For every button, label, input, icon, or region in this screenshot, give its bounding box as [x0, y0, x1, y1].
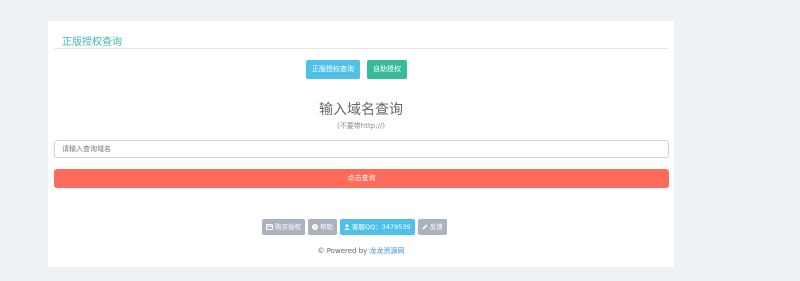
footer-button-group: 购买授权 ? 帮助 客服QQ：3479539 反馈 [262, 219, 447, 235]
help-label: 帮助 [320, 223, 333, 231]
copyright-footer: © Powered by 龙龙资源网 [48, 246, 674, 256]
site-link[interactable]: 龙龙资源网 [370, 247, 405, 255]
top-button-group: 正版授权查询 自助授权 [306, 60, 407, 79]
panel-title: 正版授权查询 [62, 37, 122, 48]
card-icon [266, 224, 273, 230]
user-icon [344, 224, 350, 230]
query-panel: 正版授权查询 正版授权查询 自助授权 输入域名查询 (不要带http://) 点… [48, 21, 674, 267]
page-heading: 输入域名查询 [319, 102, 403, 118]
domain-input[interactable] [54, 140, 669, 158]
help-button[interactable]: ? 帮助 [308, 219, 337, 235]
feedback-button[interactable]: 反馈 [417, 219, 447, 235]
page-subheading: (不要带http://) [337, 122, 385, 130]
buy-license-label: 购买授权 [275, 223, 301, 231]
panel-header: 正版授权查询 [54, 31, 668, 49]
support-qq-label: 客服QQ：3479539 [352, 223, 411, 231]
question-circle-icon: ? [312, 224, 318, 230]
support-qq-button[interactable]: 客服QQ：3479539 [340, 219, 415, 235]
pencil-icon [422, 224, 428, 230]
feedback-label: 反馈 [429, 223, 443, 231]
self-service-button[interactable]: 自助授权 [367, 60, 407, 79]
buy-license-button[interactable]: 购买授权 [262, 219, 305, 235]
svg-text:?: ? [314, 225, 317, 230]
official-query-button[interactable]: 正版授权查询 [306, 60, 360, 79]
copyright-text: © Powered by [317, 247, 370, 255]
submit-query-button[interactable]: 点击查询 [54, 169, 669, 188]
